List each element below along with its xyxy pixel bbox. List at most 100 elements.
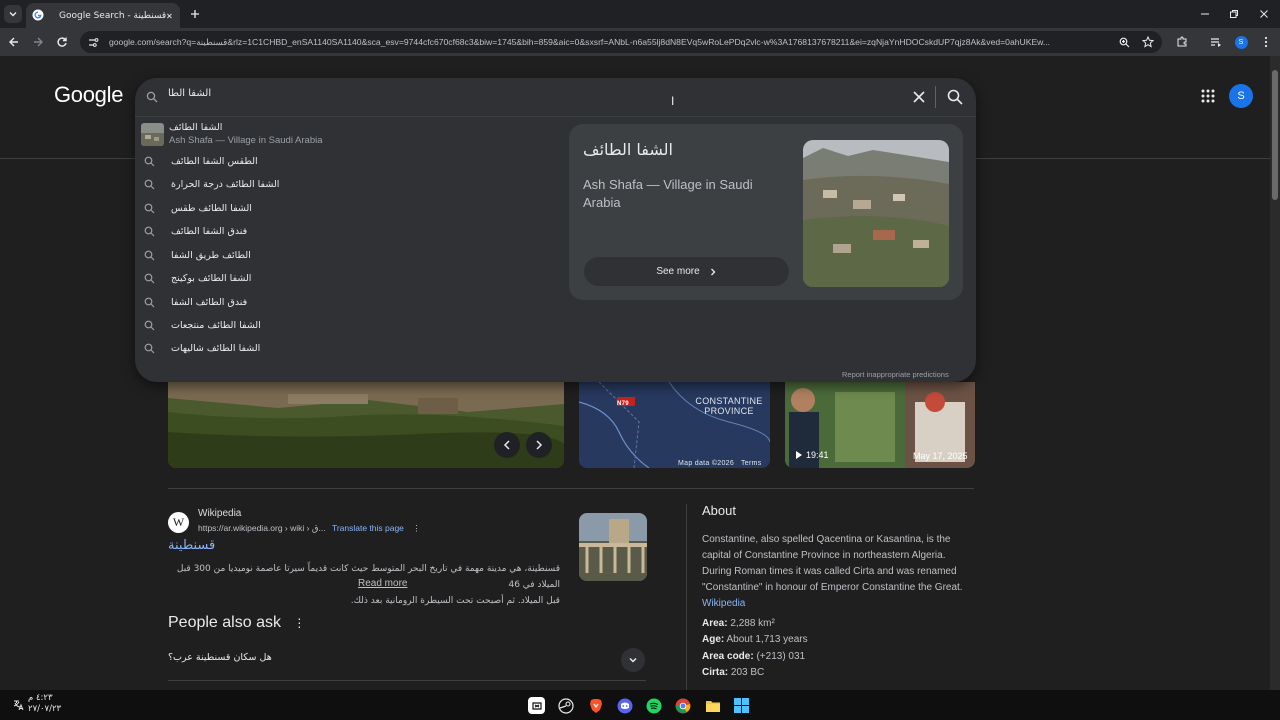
suggestion-item[interactable]: الطقس الشفا الطائف xyxy=(144,151,564,171)
taskbar-app-discord[interactable] xyxy=(616,697,633,714)
windows-logo-icon xyxy=(734,698,749,713)
suggestion-entity[interactable]: الشفا الطائف Ash Shafa — Village in Saud… xyxy=(141,122,561,148)
result-source-url[interactable]: https://ar.wikipedia.org › wiki › ق... T… xyxy=(198,523,421,534)
new-tab-button[interactable] xyxy=(187,6,203,22)
suggestion-item[interactable]: الشفا الطائف بوكينج xyxy=(144,268,564,288)
zoom-icon[interactable] xyxy=(1119,37,1130,48)
search-box-divider xyxy=(135,116,976,117)
report-predictions-link[interactable]: Report inappropriate predictions xyxy=(842,370,949,379)
apps-grid-icon[interactable] xyxy=(1200,88,1216,104)
profile-button[interactable]: S xyxy=(1233,34,1249,50)
search-icon xyxy=(144,273,155,283)
search-input[interactable]: الشفا الطا xyxy=(168,88,211,99)
suggestion-text: فندق الطائف الشفا xyxy=(171,296,248,308)
play-icon xyxy=(796,451,802,459)
minimize-button[interactable] xyxy=(1197,6,1213,22)
fact-value: About 1,713 years xyxy=(726,634,808,645)
scrollbar-thumb[interactable] xyxy=(1272,70,1278,200)
forward-button[interactable] xyxy=(30,34,46,50)
taskbar-app-chrome[interactable] xyxy=(674,697,691,714)
about-text: Constantine, also spelled Qacentina or K… xyxy=(702,534,963,593)
translate-link[interactable]: Translate this page xyxy=(332,523,404,533)
close-icon xyxy=(1260,10,1268,18)
paa-options-icon[interactable]: ⋮ xyxy=(293,616,305,630)
result-thumbnail[interactable] xyxy=(579,513,647,581)
map-road-label: N79 xyxy=(617,401,629,407)
taskbar-app-brave[interactable] xyxy=(587,697,604,714)
carousel-next-button[interactable] xyxy=(526,432,552,458)
carousel-prev-button[interactable] xyxy=(494,432,520,458)
taskbar-start-button[interactable] xyxy=(733,697,750,714)
chevron-right-icon xyxy=(710,268,716,275)
restore-icon xyxy=(1230,10,1238,18)
search-icon xyxy=(146,91,158,103)
close-tab-icon[interactable] xyxy=(166,11,173,21)
reload-button[interactable] xyxy=(54,34,70,50)
carousel-map[interactable] xyxy=(579,382,770,468)
puzzle-icon xyxy=(1177,36,1187,47)
map-terms-link[interactable]: Terms xyxy=(741,460,762,467)
suggestion-item[interactable]: الشفا الطائف درجة الحرارة xyxy=(144,174,564,194)
spotify-icon xyxy=(646,698,661,713)
chrome-icon xyxy=(675,698,690,713)
suggestion-item[interactable]: الشفا الطائف منتجعات xyxy=(144,315,564,335)
suggestion-text: الشفا الطائف بوكينج xyxy=(171,272,252,284)
result-title-link[interactable]: قسنطينة xyxy=(168,538,215,553)
about-description: Constantine, also spelled Qacentina or K… xyxy=(702,532,974,612)
language-icon[interactable] xyxy=(12,699,24,711)
panel-divider xyxy=(686,504,687,690)
result-source-name[interactable]: Wikipedia xyxy=(198,508,241,519)
suggestion-item[interactable]: فندق الطائف الشفا xyxy=(144,292,564,312)
taskbar-clock[interactable]: ٤:٢٣ م ٢٧/٠٧/٢٣ xyxy=(28,693,61,715)
people-also-ask-heading: People also ask ⋮ xyxy=(168,614,305,632)
suggestion-text: الطائف طريق الشفا xyxy=(171,249,251,261)
page-scrollbar[interactable] xyxy=(1270,56,1280,690)
search-icon xyxy=(144,203,155,213)
close-window-button[interactable] xyxy=(1256,6,1272,22)
taskbar-app-steam[interactable] xyxy=(557,697,574,714)
chevron-down-icon xyxy=(629,657,637,663)
tab-title: Google Search - قسنطينة xyxy=(59,10,167,21)
bookmark-star-icon[interactable] xyxy=(1142,36,1154,48)
browser-menu-button[interactable] xyxy=(1258,34,1274,50)
about-wikipedia-link[interactable]: Wikipedia xyxy=(702,598,745,609)
read-more-link[interactable]: Read more xyxy=(358,578,407,589)
media-control-button[interactable] xyxy=(1208,34,1224,50)
search-submit-icon[interactable] xyxy=(946,88,964,106)
preview-subtitle: Ash Shafa — Village in Saudi Arabia xyxy=(583,177,753,210)
site-info-icon[interactable] xyxy=(88,37,99,48)
preview-image[interactable] xyxy=(803,140,949,287)
google-favicon-icon xyxy=(32,9,44,21)
about-heading: About xyxy=(702,503,736,518)
more-vert-icon xyxy=(1264,36,1268,48)
result-url-text: https://ar.wikipedia.org › wiki › ق... xyxy=(198,523,326,533)
taskbar-app-capcut[interactable] xyxy=(528,697,545,714)
paa-expand-button[interactable] xyxy=(621,648,645,672)
tab-search-button[interactable] xyxy=(4,5,22,23)
clear-search-icon[interactable] xyxy=(910,88,928,106)
result-options-icon[interactable]: ⋮ xyxy=(412,523,421,533)
snippet-line-2: قبل الميلاد. ثم أصبحت تحت السيطرة الروما… xyxy=(350,596,560,606)
paa-heading-text: People also ask xyxy=(168,614,281,631)
address-bar[interactable]: google.com/search?q=قسنطينة&rlz=1C1CHBD_… xyxy=(80,31,1162,53)
taskbar-app-file-explorer[interactable] xyxy=(704,697,721,714)
suggestion-item[interactable]: الشفا الطائف شاليهات xyxy=(144,338,564,358)
video-duration-text: 19:41 xyxy=(806,450,829,460)
google-logo[interactable]: Google xyxy=(54,82,123,108)
video-duration: 19:41 xyxy=(795,450,829,460)
suggestion-item[interactable]: الشفا الطائف طقس xyxy=(144,198,564,218)
suggestion-item[interactable]: الطائف طريق الشفا xyxy=(144,245,564,265)
search-results-page: Google S N79 CONSTANTINE PROVINCE Map da… xyxy=(0,56,1270,690)
search-divider xyxy=(935,86,936,108)
brave-icon xyxy=(589,698,602,713)
back-button[interactable] xyxy=(6,34,22,50)
suggestion-item[interactable]: فندق الشفا الطائف xyxy=(144,221,564,241)
active-tab[interactable]: Google Search - قسنطينة xyxy=(26,3,180,28)
account-avatar[interactable]: S xyxy=(1229,84,1253,108)
restore-button[interactable] xyxy=(1226,6,1242,22)
see-more-button[interactable]: See more xyxy=(584,257,789,286)
taskbar-app-spotify[interactable] xyxy=(645,697,662,714)
extensions-button[interactable] xyxy=(1174,34,1190,50)
paa-question[interactable]: هل سكان قسنطينة عرب؟ xyxy=(168,652,272,663)
playlist-icon xyxy=(1211,38,1221,47)
